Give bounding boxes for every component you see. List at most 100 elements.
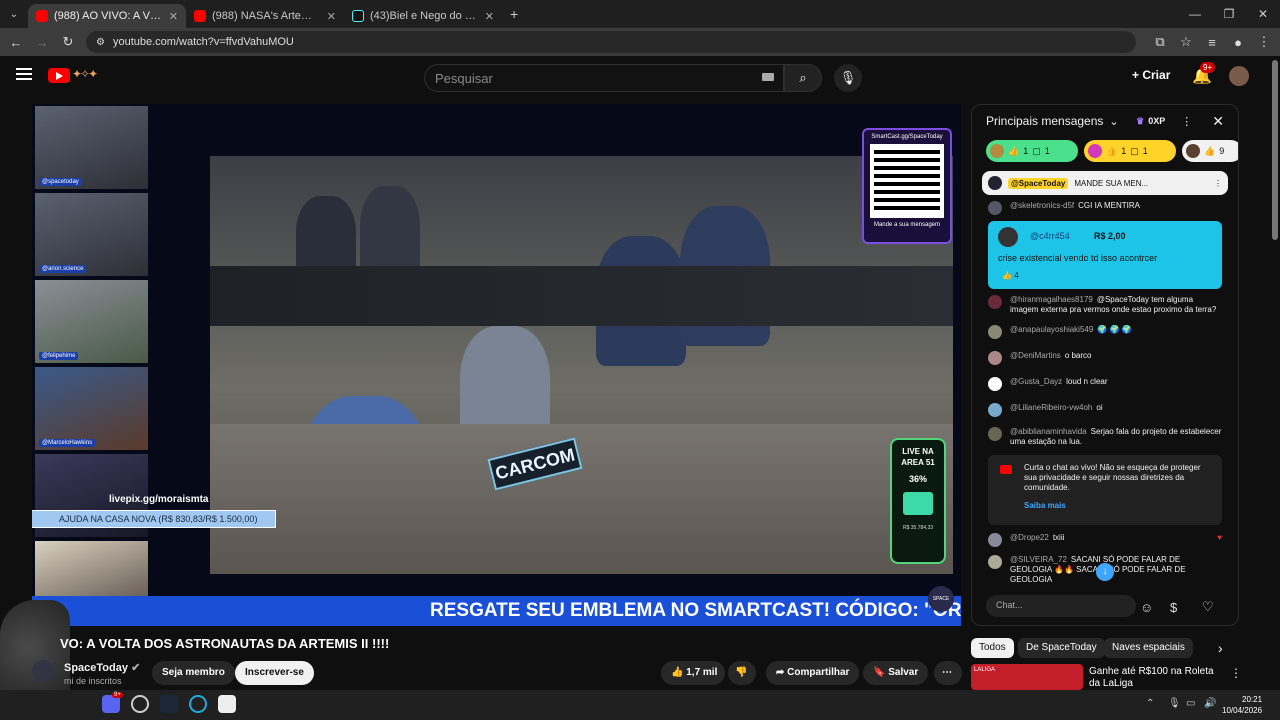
- like-button[interactable]: 👍 1,7 mil: [661, 661, 725, 685]
- chat-author[interactable]: @SILVEIRA_72: [1010, 555, 1067, 564]
- close-icon[interactable]: ✕: [485, 10, 494, 23]
- super-chat-icon[interactable]: $: [1170, 600, 1177, 615]
- save-button[interactable]: 🔖 Salvar: [863, 661, 929, 685]
- maximize-icon[interactable]: ❐: [1212, 0, 1246, 28]
- youtube-logo[interactable]: [48, 68, 70, 83]
- menu-icon[interactable]: ⋮: [1256, 34, 1272, 50]
- scroll-down-button[interactable]: ↓: [1096, 563, 1114, 581]
- super-chat-likes[interactable]: 👍 4: [1002, 271, 1019, 280]
- ad-title[interactable]: Ganhe até R$100 na Roleta da LaLiga: [1089, 666, 1219, 690]
- app-icon[interactable]: [218, 695, 236, 713]
- video-player[interactable]: @spacetoday @arion.science @felipehime @…: [32, 104, 961, 626]
- back-icon[interactable]: ←: [8, 35, 24, 50]
- pinned-message[interactable]: @SpaceToday MANDE SUA MEN... ⋮: [982, 171, 1228, 195]
- address-bar[interactable]: ⚙ youtube.com/watch?v=ffvdVahuMOU: [86, 31, 1136, 53]
- search-button[interactable]: ⌕: [784, 64, 822, 92]
- more-actions-button[interactable]: ⋯: [934, 661, 962, 685]
- new-tab-button[interactable]: +: [510, 6, 518, 22]
- page-scrollbar[interactable]: [1272, 60, 1278, 240]
- more-icon[interactable]: ⋮: [1214, 179, 1222, 188]
- chat-author[interactable]: @hiranmagalhaes8179: [1010, 295, 1093, 304]
- close-icon[interactable]: ✕: [1212, 113, 1224, 130]
- chat-ticker[interactable]: 👍 1 ▢ 1: [986, 140, 1078, 162]
- search-input[interactable]: Pesquisar: [424, 64, 784, 92]
- tab-2[interactable]: (988) NASA's Artemis II Crew C ✕: [186, 4, 344, 28]
- youtube-icon: [1000, 465, 1012, 474]
- channel-name[interactable]: SpaceToday ✔: [64, 661, 140, 674]
- notifications-button[interactable]: 🔔 9+: [1192, 62, 1216, 86]
- install-icon[interactable]: ⧉: [1152, 34, 1168, 50]
- bookmark-star-icon[interactable]: ☆: [1178, 34, 1194, 50]
- chat-mode-label[interactable]: Principais mensagens: [986, 114, 1103, 128]
- chat-author[interactable]: @skeletronics-d5f: [1010, 201, 1074, 210]
- forward-icon[interactable]: →: [34, 35, 50, 50]
- more-icon[interactable]: ⋮: [1230, 666, 1242, 680]
- profile-icon[interactable]: ●: [1230, 35, 1246, 50]
- tab-1[interactable]: (988) AO VIVO: A VOLTA DOS A ✕: [28, 4, 186, 28]
- youtube-header: ✦✧✦ Pesquisar ⌕ 🎙 + Criar 🔔 9+: [0, 56, 1280, 98]
- network-icon[interactable]: ▭: [1186, 698, 1195, 709]
- emoji-icon[interactable]: ☺: [1140, 600, 1153, 615]
- app-icon[interactable]: [131, 695, 149, 713]
- xp-badge[interactable]: ♛ 0XP: [1136, 116, 1165, 127]
- chat-ticker[interactable]: 👍 9: [1182, 140, 1238, 162]
- minimize-icon[interactable]: —: [1178, 0, 1212, 28]
- chip-naves-espaciais[interactable]: Naves espaciais: [1104, 638, 1193, 658]
- avatar: [988, 377, 1002, 391]
- voice-search-button[interactable]: 🎙: [834, 64, 862, 92]
- chat-author[interactable]: @Drope22: [1010, 533, 1049, 542]
- chevron-down-icon[interactable]: ⌄: [1109, 115, 1118, 128]
- like-icon: 👍: [1002, 271, 1012, 280]
- close-icon[interactable]: ✕: [169, 10, 178, 23]
- mic-icon[interactable]: 🎙: [1168, 698, 1181, 709]
- more-icon[interactable]: ⋮: [1181, 115, 1192, 128]
- qr-footer: Mande a sua mensagem: [873, 222, 941, 228]
- super-chat-author[interactable]: @c4rr454: [1030, 231, 1070, 241]
- media-icon[interactable]: ≡: [1204, 35, 1220, 50]
- channel-avatar[interactable]: [32, 660, 54, 682]
- chat-author[interactable]: @LilianeRibeiro-vw4oh: [1010, 403, 1092, 412]
- doodle-icon: ✦✧✦: [72, 67, 98, 81]
- chat-input[interactable]: Chat...: [986, 595, 1136, 617]
- ticker-banner: RESGATE SEU EMBLEMA NO SMARTCAST! CÓDIGO…: [32, 596, 961, 626]
- youtube-icon: [36, 10, 48, 22]
- chip-de-spacetoday[interactable]: De SpaceToday: [1018, 638, 1105, 658]
- avatar: [988, 427, 1002, 441]
- avatar: [998, 227, 1018, 247]
- close-icon[interactable]: ✕: [327, 10, 336, 23]
- dislike-button[interactable]: 👎: [728, 661, 756, 685]
- steam-icon[interactable]: [160, 695, 178, 713]
- close-window-icon[interactable]: ✕: [1246, 0, 1280, 28]
- chat-author[interactable]: @DeniMartins: [1010, 351, 1061, 360]
- ad-thumbnail[interactable]: LALIGA: [971, 664, 1083, 690]
- chat-author[interactable]: @abiblianaminhavida: [1010, 427, 1087, 436]
- chevron-right-icon[interactable]: ›: [1218, 640, 1223, 656]
- chip-todos[interactable]: Todos: [971, 638, 1014, 658]
- create-button[interactable]: + Criar: [1132, 68, 1170, 82]
- subscribe-button[interactable]: Inscrever-se: [235, 661, 314, 685]
- join-button[interactable]: Seja membro: [152, 661, 235, 685]
- heart-icon[interactable]: ♡: [1202, 599, 1214, 615]
- app-icon[interactable]: [189, 695, 207, 713]
- chat-ticker[interactable]: 👍 1 ▢ 1: [1084, 140, 1176, 162]
- tab-3[interactable]: (43)Biel e Nego do Borel: Luta ✕: [344, 4, 502, 28]
- tab-search-button[interactable]: ⌄: [0, 9, 28, 20]
- chat-author[interactable]: @Gusta_Dayz: [1010, 377, 1062, 386]
- chevron-up-icon[interactable]: ⌃: [1146, 698, 1154, 709]
- pinned-text: MANDE SUA MEN...: [1074, 178, 1149, 188]
- system-clock[interactable]: 20:21 10/04/2026: [1222, 694, 1262, 716]
- chat-author[interactable]: @anapaulayoshiaki549: [1010, 325, 1093, 334]
- hamburger-menu-icon[interactable]: [16, 68, 32, 80]
- volume-icon[interactable]: 🔊: [1204, 698, 1216, 709]
- keyboard-icon[interactable]: [762, 73, 774, 81]
- avatar: [1186, 144, 1200, 158]
- search-icon: ⌕: [799, 70, 807, 85]
- reload-icon[interactable]: ↻: [60, 34, 76, 50]
- site-info-icon[interactable]: ⚙: [96, 37, 105, 48]
- avatar[interactable]: [1229, 66, 1249, 86]
- webcam-handle: @MarceloHawkins: [39, 439, 96, 447]
- super-chat-amount: R$ 2,00: [1094, 231, 1126, 241]
- ticker-likes: 1: [1121, 146, 1127, 156]
- share-button[interactable]: ➦ Compartilhar: [766, 661, 860, 685]
- learn-more-link[interactable]: Saiba mais: [1024, 501, 1214, 511]
